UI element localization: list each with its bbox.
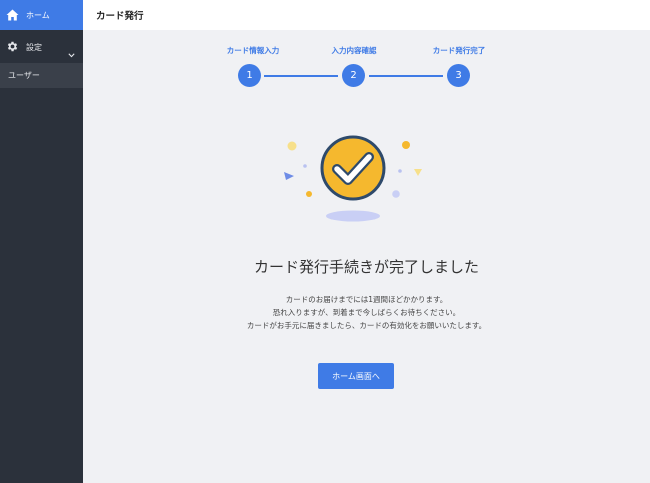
success-illustration <box>280 132 430 231</box>
step-1-number: 1 <box>246 70 253 81</box>
header-bar: カード発行 <box>83 0 650 30</box>
confetti-dot <box>287 141 297 151</box>
step-2-circle: 2 <box>342 64 365 87</box>
step-3-number: 3 <box>455 70 462 81</box>
confetti-dot <box>392 190 400 198</box>
confetti-dot <box>402 141 410 149</box>
step-connector-2 <box>369 75 443 77</box>
confetti-triangle <box>414 169 422 176</box>
step-1-circle: 1 <box>238 64 261 87</box>
step-3-circle: 3 <box>447 64 470 87</box>
confetti-dot <box>306 191 312 197</box>
sidebar-item-settings[interactable]: 設定 <box>0 32 83 62</box>
completion-message-3: カードがお手元に届きましたら、カードの有効化をお願いいたします。 <box>246 321 487 330</box>
sidebar-item-user-label: ユーザー <box>8 71 40 80</box>
step-3-label: カード発行完了 <box>432 46 486 55</box>
sidebar-item-home[interactable]: ホーム <box>0 0 83 30</box>
page-title: カード発行 <box>96 11 144 22</box>
step-2-number: 2 <box>350 70 357 81</box>
confetti-dot <box>398 169 402 173</box>
home-screen-button[interactable]: ホーム画面へ <box>318 363 394 389</box>
confetti-dot <box>303 164 307 168</box>
sidebar-item-user[interactable]: ユーザー <box>0 63 83 88</box>
step-connector-1 <box>264 75 338 77</box>
shadow-ellipse <box>326 210 380 222</box>
sidebar-item-home-label: ホーム <box>26 10 50 20</box>
completion-message-1: カードのお届けまでには1週間ほどかかります。 <box>285 295 448 304</box>
confetti-triangle <box>284 172 294 180</box>
gear-icon <box>6 38 19 57</box>
sidebar-item-settings-label: 設定 <box>26 42 42 52</box>
home-icon <box>6 6 19 25</box>
sidebar: ホーム 設定 ユーザー <box>0 0 83 483</box>
completion-title: カード発行手続きが完了しました <box>253 258 479 276</box>
chevron-down-icon[interactable] <box>68 43 75 62</box>
completion-message-2: 恐れ入りますが、到着まで今しばらくお待ちください。 <box>272 308 461 317</box>
step-1-label: カード情報入力 <box>226 46 280 55</box>
step-2-label: 入力内容確認 <box>331 46 377 55</box>
